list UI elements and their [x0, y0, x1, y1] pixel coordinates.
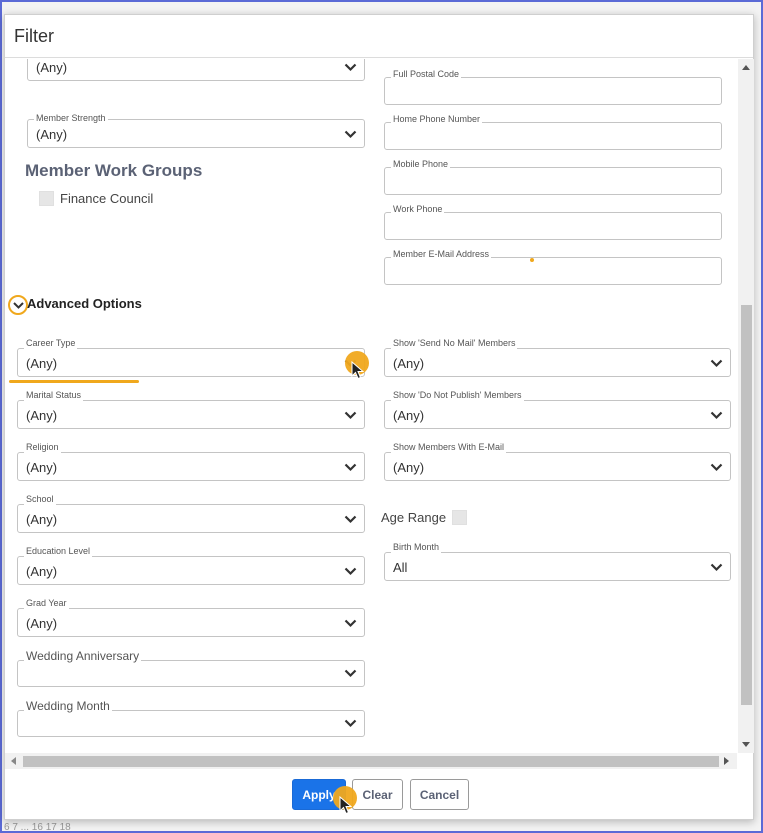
home-phone-label: Home Phone Number	[391, 114, 483, 125]
full-postal-code-label: Full Postal Code	[391, 69, 462, 80]
career-type-value: (Any)	[26, 356, 58, 371]
cursor-arrow-icon	[351, 361, 364, 380]
do-not-publish-select[interactable]: Show 'Do Not Publish' Members (Any)	[384, 390, 731, 429]
scroll-down-icon[interactable]	[742, 742, 750, 747]
chevron-down-icon	[344, 130, 357, 139]
members-with-email-value: (Any)	[393, 460, 425, 475]
chevron-down-icon[interactable]	[8, 295, 28, 315]
grad-year-value: (Any)	[26, 616, 58, 631]
birth-month-label: Birth Month	[391, 542, 442, 553]
scroll-up-icon[interactable]	[742, 65, 750, 70]
members-with-email-select[interactable]: Show Members With E-Mail (Any)	[384, 442, 731, 481]
first-select-value: (Any)	[36, 60, 68, 75]
work-groups-title: Member Work Groups	[25, 161, 203, 180]
finance-council-checkbox[interactable]	[39, 191, 54, 207]
career-type-select[interactable]: Career Type (Any)	[17, 338, 365, 377]
work-group-finance-council[interactable]: Finance Council	[39, 190, 153, 208]
do-not-publish-label: Show 'Do Not Publish' Members	[391, 390, 524, 401]
send-no-mail-label: Show 'Send No Mail' Members	[391, 338, 518, 349]
wedding-month-label: Wedding Month	[24, 699, 112, 713]
email-label: Member E-Mail Address	[391, 249, 492, 260]
member-strength-label: Member Strength	[34, 113, 108, 124]
wedding-anniversary-label: Wedding Anniversary	[24, 649, 142, 663]
dialog-title: Filter	[14, 26, 54, 46]
chevron-down-icon	[344, 619, 357, 628]
chevron-down-icon	[344, 463, 357, 472]
chevron-down-icon	[710, 359, 723, 368]
advanced-options-label: Advanced Options	[27, 296, 142, 311]
member-strength-value: (Any)	[36, 127, 68, 142]
highlight-dot	[530, 258, 534, 262]
education-level-value: (Any)	[26, 564, 58, 579]
do-not-publish-value: (Any)	[393, 408, 425, 423]
chevron-down-icon	[710, 463, 723, 472]
religion-select[interactable]: Religion (Any)	[17, 442, 365, 481]
birth-month-value: All	[393, 560, 408, 575]
scroll-right-icon[interactable]	[724, 757, 729, 765]
send-no-mail-value: (Any)	[393, 356, 425, 371]
cancel-button[interactable]: Cancel	[410, 779, 469, 810]
chevron-down-icon	[344, 411, 357, 420]
school-select[interactable]: School (Any)	[17, 494, 365, 533]
religion-value: (Any)	[26, 460, 58, 475]
marital-status-value: (Any)	[26, 408, 58, 423]
dialog-header: Filter	[5, 15, 753, 58]
first-select[interactable]: (Any)	[27, 59, 365, 81]
work-phone-label: Work Phone	[391, 204, 445, 215]
mobile-phone-field[interactable]: Mobile Phone	[384, 159, 722, 195]
marital-status-select[interactable]: Marital Status (Any)	[17, 390, 365, 429]
dialog-content: (Any) Member Strength (Any) Member Work …	[5, 59, 737, 753]
chevron-down-icon	[344, 567, 357, 576]
school-value: (Any)	[26, 512, 58, 527]
education-level-select[interactable]: Education Level (Any)	[17, 546, 365, 585]
grad-year-select[interactable]: Grad Year (Any)	[17, 598, 365, 637]
highlight-underline	[9, 380, 139, 383]
mobile-phone-label: Mobile Phone	[391, 159, 451, 170]
age-range-toggle[interactable]: Age Range	[381, 509, 468, 526]
home-phone-field[interactable]: Home Phone Number	[384, 114, 722, 150]
birth-month-select[interactable]: Birth Month All	[384, 542, 731, 581]
grad-year-label: Grad Year	[24, 598, 69, 609]
marital-status-label: Marital Status	[24, 390, 84, 401]
career-type-label: Career Type	[24, 338, 78, 349]
education-level-label: Education Level	[24, 546, 93, 557]
horizontal-scroll-thumb[interactable]	[23, 756, 719, 767]
chevron-down-icon	[344, 719, 357, 728]
school-label: School	[24, 494, 56, 505]
send-no-mail-select[interactable]: Show 'Send No Mail' Members (Any)	[384, 338, 731, 377]
clear-button[interactable]: Clear	[352, 779, 403, 810]
wedding-month-select[interactable]: Wedding Month	[17, 699, 365, 737]
email-field[interactable]: Member E-Mail Address	[384, 249, 722, 285]
dialog-footer: Apply Clear Cancel	[5, 769, 753, 821]
horizontal-scrollbar[interactable]	[5, 753, 737, 769]
member-strength-select[interactable]: Member Strength (Any)	[27, 113, 365, 148]
vertical-scroll-thumb[interactable]	[741, 305, 752, 705]
background-pager: 6 7 ... 16 17 18	[4, 822, 71, 833]
chevron-down-icon	[710, 563, 723, 572]
filter-dialog: Filter (Any) Member Strength (Any) Membe…	[4, 14, 754, 820]
chevron-down-icon	[710, 411, 723, 420]
finance-council-label: Finance Council	[60, 191, 154, 207]
cursor-arrow-icon	[339, 796, 352, 815]
age-range-checkbox[interactable]	[452, 510, 468, 526]
full-postal-code-field[interactable]: Full Postal Code	[384, 69, 722, 105]
wedding-anniversary-select[interactable]: Wedding Anniversary	[17, 649, 365, 687]
chevron-down-icon	[344, 63, 357, 72]
members-with-email-label: Show Members With E-Mail	[391, 442, 507, 453]
scroll-left-icon[interactable]	[11, 757, 16, 765]
chevron-down-icon	[344, 515, 357, 524]
work-phone-field[interactable]: Work Phone	[384, 204, 722, 240]
chevron-down-icon	[344, 669, 357, 678]
religion-label: Religion	[24, 442, 61, 453]
age-range-label: Age Range	[381, 510, 447, 526]
vertical-scrollbar[interactable]	[738, 59, 754, 753]
